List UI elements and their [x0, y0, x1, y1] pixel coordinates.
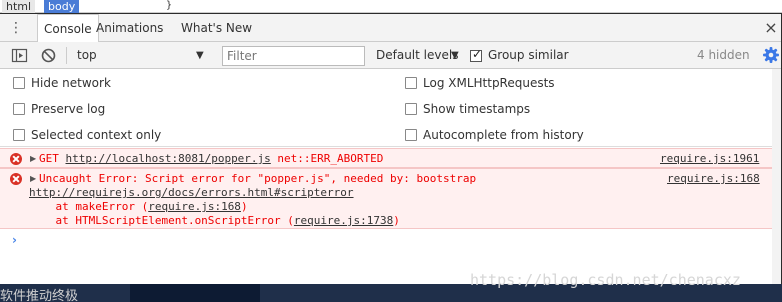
hide-network-checkbox[interactable]: [13, 77, 25, 89]
clear-console-icon[interactable]: [40, 47, 57, 64]
breadcrumb-html[interactable]: html: [2, 0, 36, 13]
sidebar-toggle-icon[interactable]: [11, 47, 28, 64]
devtools-drawer: ⋮ Console Animations What's New × top ▼ …: [0, 14, 781, 284]
selected-context-label: Selected context only: [31, 128, 162, 142]
log-xhr-label: Log XMLHttpRequests: [423, 76, 555, 90]
source-brace: }: [166, 0, 173, 11]
more-menu-icon[interactable]: ⋮: [8, 18, 24, 38]
log-xhr-checkbox[interactable]: [405, 77, 417, 89]
levels-dropdown-icon[interactable]: ▼: [451, 42, 459, 69]
log-levels-dropdown[interactable]: Default levels: [376, 42, 458, 69]
preserve-log-checkbox[interactable]: [13, 103, 25, 115]
page-background-top: [0, 0, 782, 13]
filter-input[interactable]: [222, 46, 365, 66]
error-icon: [10, 173, 22, 185]
page-background-text: 软件推动终极: [0, 289, 79, 302]
stack-frame-link[interactable]: require.js:1738: [294, 214, 393, 227]
message-url-link[interactable]: http://localhost:8081/popper.js: [66, 152, 271, 165]
stack-frame-link[interactable]: require.js:168: [148, 200, 241, 213]
message-url-link[interactable]: http://requirejs.org/docs/errors.html#sc…: [29, 186, 354, 199]
console-prompt-icon[interactable]: ›: [12, 233, 17, 247]
context-selector[interactable]: top: [77, 42, 97, 69]
autocomplete-label: Autocomplete from history: [423, 128, 584, 142]
message-text: GET http://localhost:8081/popper.js net:…: [39, 152, 384, 165]
expand-triangle-icon[interactable]: ▶: [30, 174, 36, 183]
gear-icon[interactable]: [762, 46, 780, 64]
source-link[interactable]: require.js:168: [667, 172, 760, 185]
hide-network-label: Hide network: [31, 76, 111, 90]
breadcrumb-body[interactable]: body: [44, 0, 80, 13]
selected-context-checkbox[interactable]: [13, 129, 25, 141]
page-background-block: [130, 284, 260, 302]
error-icon: [10, 153, 22, 165]
console-message-error[interactable]: ▶ GET http://localhost:8081/popper.js ne…: [0, 148, 781, 168]
hidden-count: 4 hidden: [697, 48, 750, 62]
tab-whats-new[interactable]: What's New: [175, 14, 258, 42]
close-drawer-icon[interactable]: ×: [762, 18, 780, 38]
message-url-line: http://requirejs.org/docs/errors.html#sc…: [29, 186, 354, 199]
show-timestamps-checkbox[interactable]: [405, 103, 417, 115]
console-toolbar: top ▼ Default levels ▼ Group similar 4 h…: [0, 42, 781, 69]
stack-frame: at makeError (require.js:168): [29, 200, 248, 213]
source-link[interactable]: require.js:1961: [660, 152, 759, 165]
preserve-log-label: Preserve log: [31, 102, 106, 116]
watermark: https://blog.csdn.net/chenacxz: [470, 271, 741, 289]
show-timestamps-label: Show timestamps: [423, 102, 531, 116]
tab-animations[interactable]: Animations: [90, 14, 169, 42]
drawer-tab-bar: ⋮ Console Animations What's New ×: [0, 14, 781, 43]
group-similar-label: Group similar: [488, 48, 569, 62]
message-text: Uncaught Error: Script error for "popper…: [39, 172, 477, 185]
scrollbar[interactable]: [772, 69, 781, 284]
context-dropdown-icon[interactable]: ▼: [196, 42, 204, 69]
expand-triangle-icon[interactable]: ▶: [30, 154, 36, 163]
stack-frame: at HTMLScriptElement.onScriptError (requ…: [29, 214, 400, 227]
console-settings-pane: Hide network Preserve log Selected conte…: [0, 69, 781, 147]
console-message-error[interactable]: ▶ Uncaught Error: Script error for "popp…: [0, 168, 781, 229]
group-similar-checkbox[interactable]: [470, 47, 482, 62]
autocomplete-checkbox[interactable]: [405, 129, 417, 141]
toolbar-divider: [66, 47, 67, 64]
